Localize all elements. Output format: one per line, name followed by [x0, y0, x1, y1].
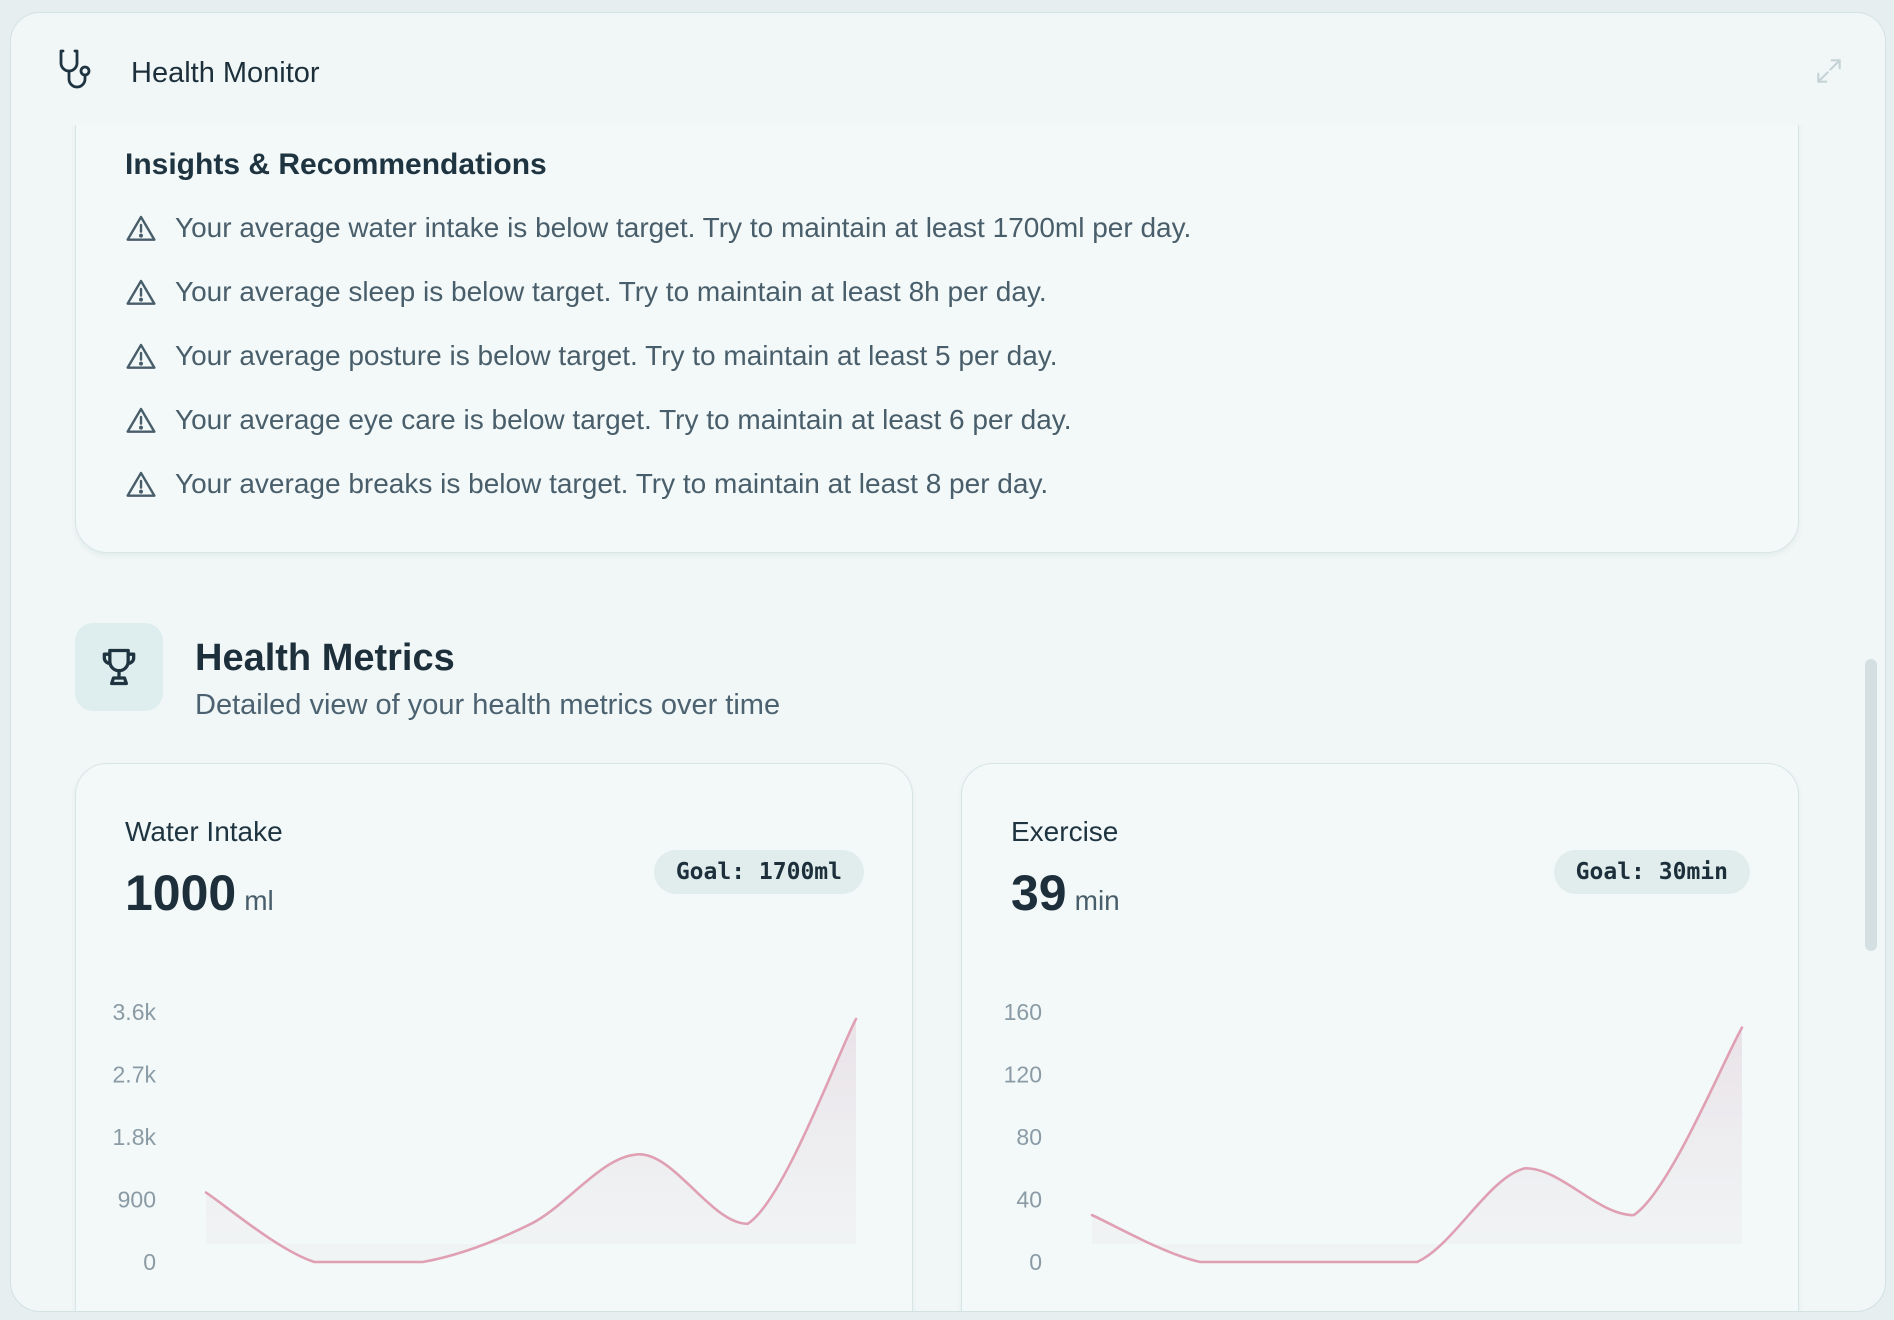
data-point-sat [204, 1191, 208, 1195]
y-tick-label: 0 [1029, 1249, 1042, 1275]
metric-value: 1000 ml [125, 864, 274, 922]
warning-icon [126, 279, 156, 305]
trophy-icon [102, 648, 136, 686]
insight-item: Your average posture is below target. Tr… [125, 338, 1191, 402]
app-title: Health Monitor [131, 57, 320, 89]
goal-badge: Goal: 30min [1553, 850, 1750, 894]
app-window: Insights & Recommendations Your average … [10, 12, 1886, 1312]
metrics-title: Health Metrics [195, 637, 455, 679]
warning-icon [126, 471, 156, 497]
trophy-badge [75, 623, 163, 711]
data-point-wed [1523, 1166, 1527, 1170]
scrollbar-thumb[interactable] [1865, 659, 1877, 951]
data-point-thu [746, 1222, 750, 1226]
expand-icon[interactable] [1813, 55, 1845, 87]
y-tick-label: 120 [1004, 1062, 1042, 1088]
data-point-mon [1307, 1260, 1311, 1264]
insight-item: Your average breaks is below target. Try… [125, 466, 1191, 530]
y-tick-label: 0 [143, 1249, 156, 1275]
y-tick-label: 900 [118, 1187, 156, 1213]
insight-text: Your average sleep is below target. Try … [175, 276, 1047, 307]
y-tick-label: 80 [1016, 1124, 1042, 1150]
metric-label: Water Intake [125, 816, 283, 847]
goal-badge: Goal: 1700ml [653, 850, 864, 894]
stethoscope-icon [59, 49, 91, 89]
water-intake-card[interactable]: 09001.8k2.7k3.6kSatSunMonTueWedThuFri Wa… [75, 763, 913, 1311]
metric-unit: min [1074, 885, 1120, 916]
main-content[interactable]: Insights & Recommendations Your average … [11, 13, 1885, 1311]
insight-text: Your average water intake is below targe… [175, 212, 1192, 243]
data-point-sun [1198, 1260, 1202, 1264]
warning-icon [126, 343, 156, 369]
exercise-card[interactable]: 04080120160SatSunMonTueWedThuFri Exercis… [961, 763, 1799, 1311]
insight-item: Your average eye care is below target. T… [125, 402, 1191, 466]
data-point-fri [854, 1017, 858, 1021]
warning-icon [126, 215, 156, 241]
data-point-mon [421, 1260, 425, 1264]
data-point-fri [1740, 1026, 1744, 1030]
y-tick-label: 1.8k [113, 1124, 157, 1150]
metric-number: 39 [1011, 865, 1067, 921]
y-tick-label: 2.7k [113, 1062, 157, 1088]
y-tick-label: 160 [1004, 999, 1042, 1025]
data-point-thu [1632, 1213, 1636, 1217]
metrics-subtitle: Detailed view of your health metrics ove… [195, 689, 781, 721]
warning-icon [126, 407, 156, 433]
insight-list: Your average water intake is below targe… [125, 210, 1191, 530]
data-point-wed [637, 1152, 641, 1156]
insight-text: Your average eye care is below target. T… [175, 404, 1072, 435]
metric-number: 1000 [125, 865, 237, 921]
title-bar: Health Monitor [11, 13, 1885, 125]
area-fill [1092, 1027, 1742, 1262]
metric-unit: ml [244, 885, 274, 916]
y-tick-label: 40 [1016, 1187, 1042, 1213]
data-point-sat [1090, 1213, 1094, 1217]
insight-text: Your average posture is below target. Tr… [175, 340, 1058, 371]
data-point-tue [529, 1222, 533, 1226]
metric-label: Exercise [1011, 816, 1119, 847]
insight-item: Your average sleep is below target. Try … [125, 274, 1191, 338]
insight-text: Your average breaks is below target. Try… [175, 468, 1049, 499]
insight-item: Your average water intake is below targe… [125, 210, 1191, 274]
insights-title: Insights & Recommendations [125, 148, 547, 181]
data-point-sun [312, 1260, 316, 1264]
metric-value: 39 min [1011, 864, 1120, 922]
data-point-tue [1415, 1260, 1419, 1264]
y-tick-label: 3.6k [113, 999, 157, 1025]
